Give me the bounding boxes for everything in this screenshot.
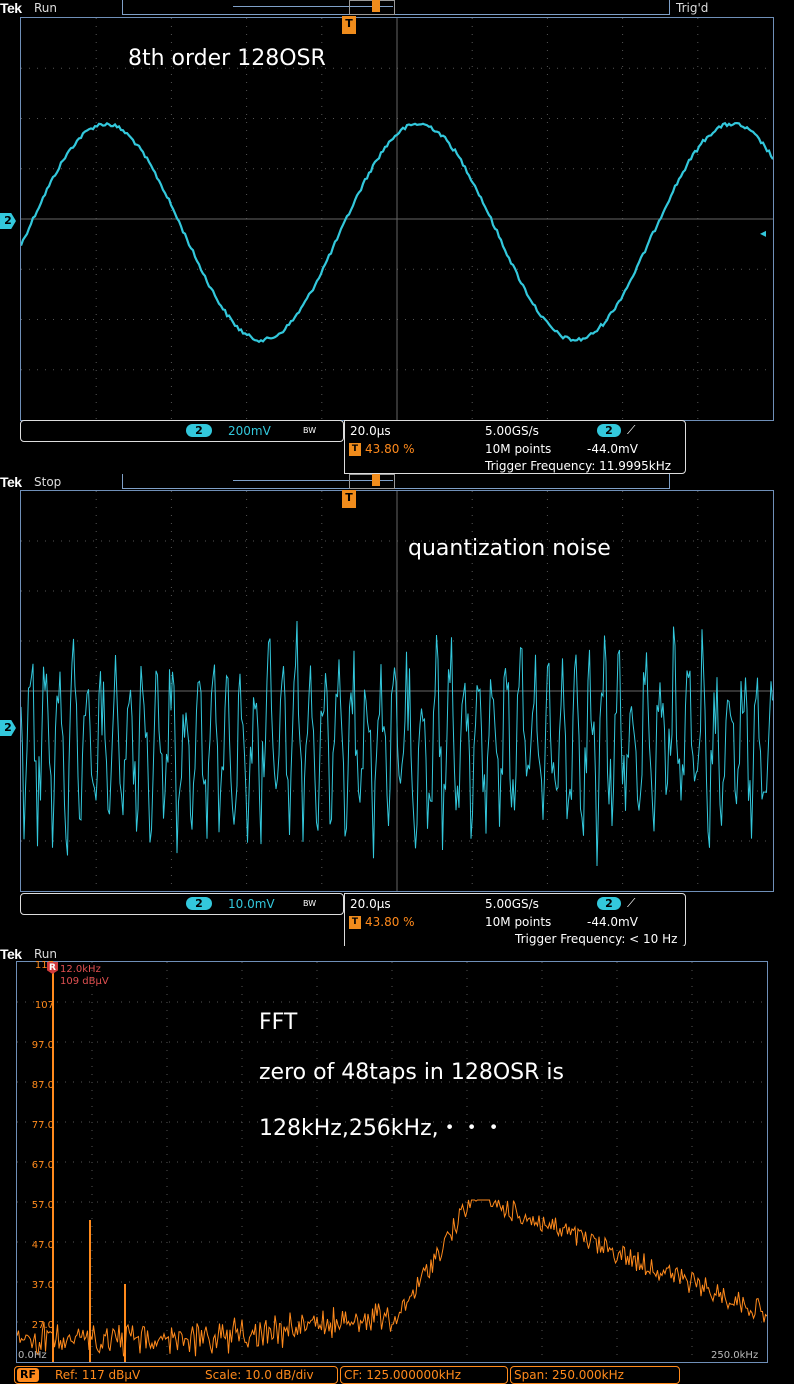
bandwidth-limit-icon: BW [303, 899, 317, 908]
timebase: 20.0µs [350, 424, 391, 438]
trigger-marker-icon: T [342, 16, 356, 34]
channel-badge: 2 [186, 897, 212, 910]
trigger-position-icon [372, 474, 380, 486]
y-axis-label: 57.0 [31, 1200, 54, 1211]
trigger-position-icon [372, 0, 380, 12]
trigger-position: 43.80 % [365, 442, 415, 456]
scope1-graticule[interactable] [20, 17, 774, 421]
fft-annotation-line-3: 128kHz,256kHz,・・・ [259, 1116, 505, 1141]
trigger-status: Trig'd [676, 1, 709, 15]
spectrum-display [17, 962, 767, 1362]
fft-annotation-line-2: zero of 48taps in 128OSR is [259, 1060, 564, 1085]
vertical-scale: Scale: 10.0 dB/div [205, 1368, 314, 1382]
acquisition-state: Run [34, 1, 58, 15]
scope2-annotation: quantization noise [408, 536, 611, 561]
spectrum-graticule[interactable] [16, 961, 768, 1363]
span: Span: 250.000kHz [514, 1368, 624, 1382]
y-axis-label: 67.0 [31, 1160, 54, 1171]
scope1-annotation: 8th order 128OSR [128, 46, 326, 71]
channel-badge: 2 [186, 424, 212, 437]
scope2-horizontal-readout[interactable]: 20.0µs T 43.80 % 5.00GS/s 10M points 2 ⟋… [344, 893, 686, 947]
scope2-channel-readout[interactable]: 2 10.0mV BW [20, 893, 344, 915]
trigger-channel-badge: 2 [597, 897, 621, 910]
timebase: 20.0µs [350, 897, 391, 911]
vertical-scale: 10.0mV [228, 897, 275, 911]
record-view-bar[interactable] [122, 474, 670, 489]
acquisition-state: Run [34, 947, 58, 961]
y-axis-label: 37.0 [31, 1280, 54, 1291]
trigger-frequency: Trigger Frequency: < 10 Hz [515, 932, 678, 946]
y-axis-label: 107 [34, 1000, 54, 1011]
bandwidth-limit-icon: BW [303, 426, 317, 435]
channel-2-ground-icon: 2 [0, 213, 16, 229]
channel-2-ground-icon: 2 [0, 720, 16, 736]
scope2-graticule[interactable] [20, 490, 774, 892]
tek-logo: Tek [0, 946, 22, 962]
scope1-channel-readout[interactable]: 2 200mV BW [20, 420, 344, 442]
trigger-marker-icon: T [342, 490, 356, 508]
trigger-level: -44.0mV [587, 915, 638, 929]
y-axis-label: 27.0 [31, 1320, 54, 1331]
x-axis-start: 0.0Hz [18, 1350, 47, 1361]
scope2-waveform-display [21, 491, 773, 891]
sample-rate: 5.00GS/s [485, 424, 539, 438]
rising-edge-icon: ⟋ [627, 896, 636, 910]
scope1-status-bar: Tek Run Trig'd [0, 0, 794, 18]
trigger-pos-icon: T [349, 443, 361, 456]
rf-badge: RF [17, 1368, 39, 1382]
record-view-bar[interactable] [122, 0, 670, 15]
center-frequency: CF: 125.000000kHz [344, 1368, 462, 1382]
y-axis-label: 77.0 [31, 1120, 54, 1131]
spectrum-trace [17, 1199, 767, 1357]
y-axis-label: 87.0 [31, 1080, 54, 1091]
span-readout[interactable]: Span: 250.000kHz [510, 1366, 680, 1384]
acquisition-state: Stop [34, 475, 62, 489]
trigger-frequency: Trigger Frequency: 11.9995kHz [485, 459, 672, 473]
trigger-pos-icon: T [349, 916, 361, 929]
record-length: 10M points [485, 442, 552, 456]
tek-logo: Tek [0, 0, 22, 16]
center-frequency-readout[interactable]: CF: 125.000000kHz [340, 1366, 508, 1384]
trigger-level: -44.0mV [587, 442, 638, 456]
scope1-horizontal-readout[interactable]: 20.0µs T 43.80 % 5.00GS/s 10M points 2 ⟋… [344, 420, 686, 474]
vertical-scale: 200mV [228, 424, 271, 438]
marker-level: 109 dBµV [60, 976, 109, 987]
fft-annotation-line-1: FFT [259, 1010, 298, 1035]
x-axis-end: 250.0kHz [711, 1350, 759, 1361]
reference-level: Ref: 117 dBµV [55, 1368, 141, 1382]
y-axis-label: 47.0 [31, 1240, 54, 1251]
scope1-waveform-display [21, 18, 773, 420]
rising-edge-icon: ⟋ [627, 423, 636, 437]
y-axis-label: 97.0 [31, 1040, 54, 1051]
trigger-channel-badge: 2 [597, 424, 621, 437]
record-length: 10M points [485, 915, 552, 929]
sample-rate: 5.00GS/s [485, 897, 539, 911]
trigger-position: 43.80 % [365, 915, 415, 929]
marker-frequency: 12.0kHz [60, 964, 101, 975]
graticule-grid [17, 962, 762, 1355]
trigger-level-arrow-icon: ◂ [760, 226, 767, 240]
tek-logo: Tek [0, 474, 22, 490]
ref-level-readout[interactable]: RF Ref: 117 dBµV Scale: 10.0 dB/div [14, 1366, 338, 1384]
